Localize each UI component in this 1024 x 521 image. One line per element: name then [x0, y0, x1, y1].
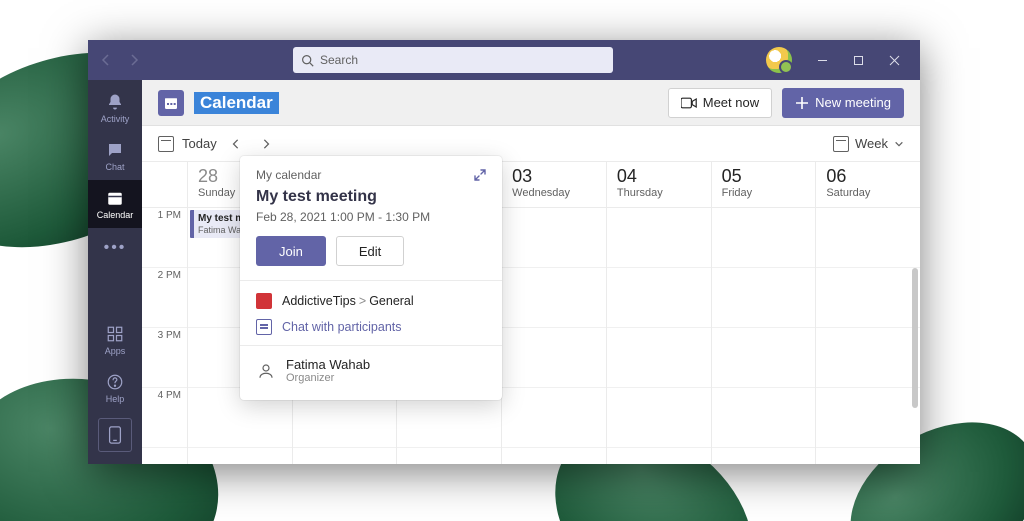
day-number: 04	[617, 166, 703, 187]
app-window: Search Activity Chat Calendar •••	[88, 40, 920, 464]
calendar-small-icon	[833, 136, 849, 152]
day-number: 03	[512, 166, 598, 187]
person-icon	[256, 361, 276, 381]
scrollbar[interactable]	[912, 208, 918, 464]
calendar-app-icon	[158, 90, 184, 116]
prev-week-button[interactable]	[225, 133, 247, 155]
day-name: Thursday	[617, 187, 703, 199]
button-label: New meeting	[815, 95, 891, 110]
window-controls	[804, 44, 912, 76]
rail-label: Activity	[101, 114, 130, 124]
command-bar: Calendar Meet now New meeting	[142, 80, 920, 126]
app-rail: Activity Chat Calendar ••• Apps Help	[88, 80, 142, 464]
meeting-popover: My calendar My test meeting Feb 28, 2021…	[240, 156, 502, 400]
rail-device[interactable]	[98, 418, 132, 452]
search-input[interactable]: Search	[293, 47, 613, 73]
forward-button[interactable]	[120, 46, 148, 74]
search-icon	[301, 54, 314, 67]
meet-now-button[interactable]: Meet now	[668, 88, 772, 118]
edit-button[interactable]: Edit	[336, 236, 404, 266]
plus-icon	[795, 96, 809, 110]
titlebar: Search	[88, 40, 920, 80]
channel-row[interactable]: AddictiveTips>General	[256, 293, 486, 309]
chat-icon	[256, 319, 272, 335]
team-icon	[256, 293, 272, 309]
view-picker[interactable]: Week	[833, 136, 904, 152]
today-icon	[158, 136, 174, 152]
today-button[interactable]: Today	[182, 136, 217, 151]
calendar-grid: 1 PM 2 PM 3 PM 4 PM 28 Sunday My t	[142, 162, 920, 464]
close-button[interactable]	[876, 44, 912, 76]
expand-icon[interactable]	[474, 169, 486, 181]
bell-icon	[105, 92, 125, 112]
day-number: 05	[722, 166, 808, 187]
join-button[interactable]: Join	[256, 236, 326, 266]
apps-icon	[105, 324, 125, 344]
time-label: 3 PM	[142, 328, 187, 388]
organizer-row[interactable]: Fatima Wahab Organizer	[256, 358, 486, 384]
chat-row[interactable]: Chat with participants	[256, 319, 486, 335]
time-label: 4 PM	[142, 388, 187, 448]
maximize-button[interactable]	[840, 44, 876, 76]
phone-icon	[108, 426, 122, 444]
button-label: Edit	[359, 244, 381, 259]
minimize-button[interactable]	[804, 44, 840, 76]
new-meeting-button[interactable]: New meeting	[782, 88, 904, 118]
day-col-friday[interactable]: 05Friday	[712, 162, 817, 464]
main-area: Calendar Meet now New meeting Today	[142, 80, 920, 464]
chat-link: Chat with participants	[282, 320, 402, 334]
rail-label: Help	[106, 394, 125, 404]
organizer-name: Fatima Wahab	[286, 358, 370, 372]
day-col-wednesday[interactable]: 03Wednesday	[502, 162, 607, 464]
rail-label: Apps	[105, 346, 126, 356]
rail-label: Calendar	[97, 210, 134, 220]
rail-label: Chat	[105, 162, 124, 172]
next-week-button[interactable]	[255, 133, 277, 155]
rail-more[interactable]: •••	[88, 228, 142, 268]
rail-apps[interactable]: Apps	[88, 316, 142, 364]
button-label: Join	[279, 244, 303, 259]
time-label: 2 PM	[142, 268, 187, 328]
time-label: 1 PM	[142, 208, 187, 268]
chevron-down-icon	[894, 139, 904, 149]
rail-chat[interactable]: Chat	[88, 132, 142, 180]
rail-calendar[interactable]: Calendar	[88, 180, 142, 228]
help-icon	[105, 372, 125, 392]
page-title: Calendar	[194, 92, 279, 114]
day-col-saturday[interactable]: 06Saturday	[816, 162, 920, 464]
chat-icon	[105, 140, 125, 160]
organizer-role: Organizer	[286, 372, 370, 384]
scrollbar-thumb[interactable]	[912, 268, 918, 408]
view-label: Week	[855, 136, 888, 151]
popover-time: Feb 28, 2021 1:00 PM - 1:30 PM	[256, 210, 486, 224]
video-icon	[681, 97, 697, 109]
time-column: 1 PM 2 PM 3 PM 4 PM	[142, 162, 188, 464]
rail-help[interactable]: Help	[88, 364, 142, 412]
day-number: 06	[826, 166, 912, 187]
day-name: Friday	[722, 187, 808, 199]
channel-breadcrumb: AddictiveTips>General	[282, 294, 414, 308]
day-name: Saturday	[826, 187, 912, 199]
calendar-icon	[105, 188, 125, 208]
button-label: Meet now	[703, 95, 759, 110]
search-placeholder: Search	[320, 53, 358, 67]
rail-activity[interactable]: Activity	[88, 84, 142, 132]
popover-title: My test meeting	[256, 188, 486, 206]
history-nav	[92, 46, 148, 74]
day-name: Wednesday	[512, 187, 598, 199]
popover-calendar-name: My calendar	[256, 168, 321, 182]
avatar[interactable]	[766, 47, 792, 73]
day-col-thursday[interactable]: 04Thursday	[607, 162, 712, 464]
back-button[interactable]	[92, 46, 120, 74]
